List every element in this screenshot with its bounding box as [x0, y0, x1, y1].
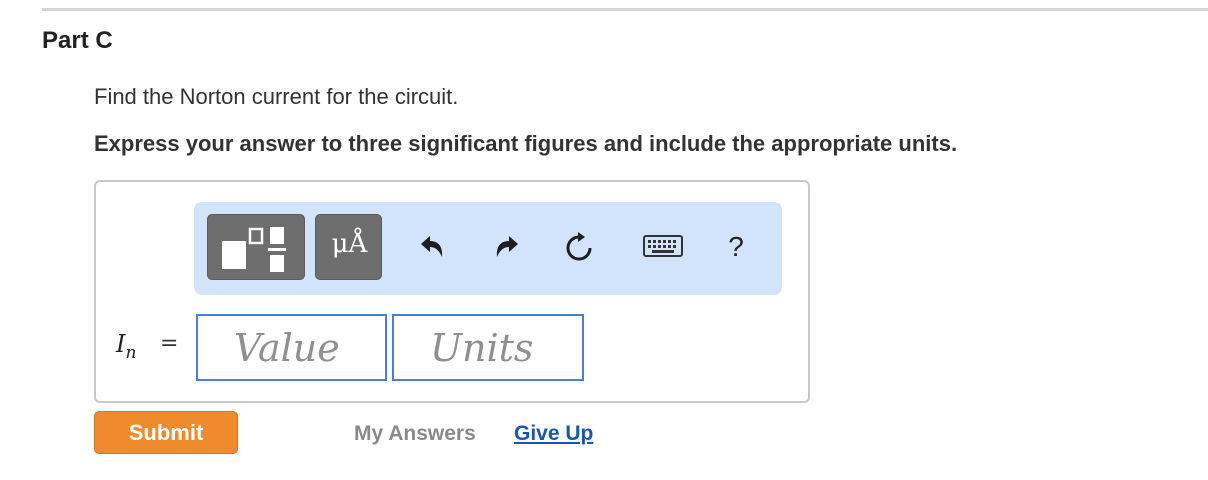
give-up-link[interactable]: Give Up: [514, 422, 593, 446]
answer-instruction: Express your answer to three significant…: [94, 131, 958, 156]
math-toolbar: μÅ ?: [194, 202, 782, 295]
templates-button[interactable]: [207, 214, 305, 280]
units-input[interactable]: [392, 314, 584, 381]
my-answers-link[interactable]: My Answers: [354, 422, 476, 446]
question-prompt: Find the Norton current for the circuit.: [94, 84, 459, 109]
undo-button[interactable]: [412, 227, 452, 267]
part-title: Part C: [42, 27, 113, 54]
divider: [42, 8, 1208, 11]
reset-icon: [566, 232, 592, 261]
problem-page: Part C Find the Norton current for the c…: [0, 0, 1208, 480]
variable-subscript: n: [125, 342, 137, 363]
equals-sign: =: [160, 331, 179, 356]
units-label: μÅ: [331, 229, 368, 259]
submit-button[interactable]: Submit: [94, 411, 238, 454]
help-button[interactable]: ?: [716, 227, 756, 267]
templates-icon: [222, 227, 286, 272]
keyboard-button[interactable]: [642, 227, 684, 267]
reset-button[interactable]: [559, 227, 599, 267]
answer-variable-label: In: [116, 330, 136, 363]
undo-icon: [421, 236, 443, 257]
redo-icon: [496, 236, 518, 257]
help-label: ?: [728, 231, 744, 262]
keyboard-icon: [643, 235, 683, 257]
redo-button[interactable]: [487, 227, 527, 267]
value-input[interactable]: [196, 314, 387, 381]
units-button[interactable]: μÅ: [315, 214, 382, 280]
